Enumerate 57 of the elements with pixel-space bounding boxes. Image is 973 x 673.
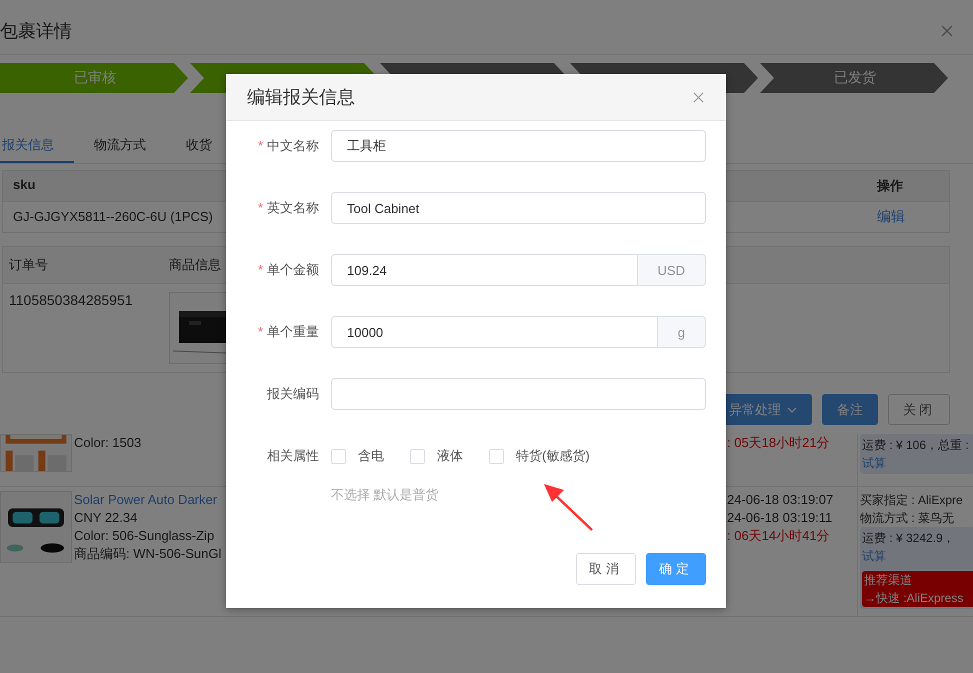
required-mark: *	[258, 262, 263, 277]
logistics-text: 买家指定 : AliExpre	[860, 492, 963, 509]
input-field[interactable]: 10000	[331, 316, 658, 348]
progress-step: 已发货	[760, 63, 950, 93]
field-label: 中文名称	[267, 138, 319, 153]
product-detail: Color: 506-Sunglass-Zip	[74, 527, 214, 545]
required-mark: *	[258, 200, 263, 215]
close-icon[interactable]	[693, 92, 704, 102]
countdown-text: : 05天18小时21分	[727, 434, 830, 452]
input-field[interactable]	[331, 378, 706, 410]
logistics-text: 物流方式 : 菜鸟无	[860, 510, 954, 527]
product-detail: Color: 1503	[74, 434, 142, 452]
checkbox[interactable]: 特货(敏感货)	[489, 447, 590, 465]
tab[interactable]: 报关信息	[0, 130, 74, 163]
unit-addon: g	[658, 316, 706, 348]
field-label: 单个重量	[267, 324, 319, 339]
countdown-text: : 06天14小时41分	[727, 527, 830, 545]
column-header: 操作	[867, 171, 949, 202]
product-detail: 商品编码: WN-506-SunGl	[74, 545, 222, 563]
hint-text: 不选择 默认是普货	[331, 486, 440, 504]
field-label: 单个金额	[267, 262, 319, 277]
dialog-button[interactable]: 取消	[576, 553, 636, 585]
edit-link[interactable]: 编辑	[877, 208, 905, 224]
input-field[interactable]: 工具柜	[331, 130, 706, 162]
field-label: 相关属性	[267, 448, 319, 463]
estimate-link[interactable]: 试算	[862, 547, 886, 565]
input-field[interactable]: 109.24	[331, 254, 638, 286]
unit-addon: USD	[638, 254, 706, 286]
dialog-title: 编辑报关信息	[247, 86, 355, 109]
field-label: 报关编码	[267, 386, 319, 401]
progress-step: 已审核	[0, 63, 190, 93]
sku-text: GJ-GJGYX5811--260C-6U (1PCS)	[13, 209, 213, 224]
caret-icon	[787, 406, 797, 412]
product-link[interactable]: Solar Power Auto Darker	[74, 491, 218, 509]
freight-text: 运费 : ¥ 106，总重 :	[862, 437, 969, 454]
column-header: 订单号	[3, 247, 163, 284]
required-mark: *	[258, 138, 263, 153]
action-button[interactable]: 备注	[822, 394, 878, 425]
tab[interactable]: 物流方式	[92, 130, 166, 163]
field-label: 英文名称	[267, 200, 319, 215]
time-text: 24-06-18 03:19:11	[727, 509, 832, 527]
estimate-link[interactable]: 试算	[862, 454, 886, 472]
product-detail: CNY 22.34	[74, 509, 138, 527]
checkbox[interactable]: 液体	[410, 447, 463, 465]
dialog-button[interactable]: 确定	[646, 553, 706, 585]
recommend-text: 推荐渠道	[864, 572, 913, 589]
recommend-text: →快速 :AliExpress	[864, 590, 964, 607]
action-button[interactable]: 关闭	[888, 394, 950, 425]
input-field[interactable]: Tool Cabinet	[331, 192, 706, 224]
tab[interactable]: 收货	[184, 130, 232, 163]
close-icon[interactable]	[941, 25, 953, 37]
freight-text: 运费 : ¥ 3242.9，	[862, 530, 955, 547]
table-cell-text: 1105850384285951	[8, 291, 134, 310]
required-mark: *	[258, 324, 263, 339]
time-text: 24-06-18 03:19:07	[727, 491, 834, 509]
checkbox[interactable]: 含电	[331, 447, 384, 465]
dialog-title: 包裹详情	[0, 20, 72, 43]
